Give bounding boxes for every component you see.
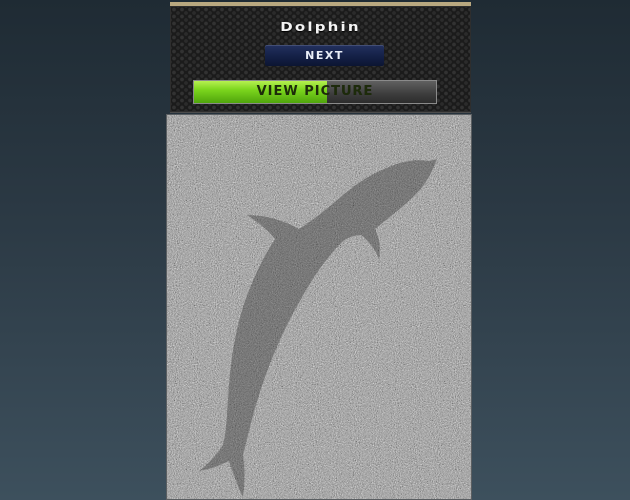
- next-button[interactable]: NEXT: [265, 45, 384, 66]
- puzzle-title: Dolphin: [280, 19, 361, 35]
- noisy-picture-frame: [166, 114, 472, 500]
- view-picture-button[interactable]: VIEW PICTURE VIEW PICTURE: [193, 80, 437, 104]
- view-picture-label: VIEW PICTURE: [256, 84, 374, 99]
- view-picture-progress-fill: VIEW PICTURE: [194, 81, 372, 103]
- puzzle-header-panel: Dolphin NEXT VIEW PICTURE VIEW PICTURE: [170, 2, 471, 112]
- noisy-picture: [167, 115, 471, 499]
